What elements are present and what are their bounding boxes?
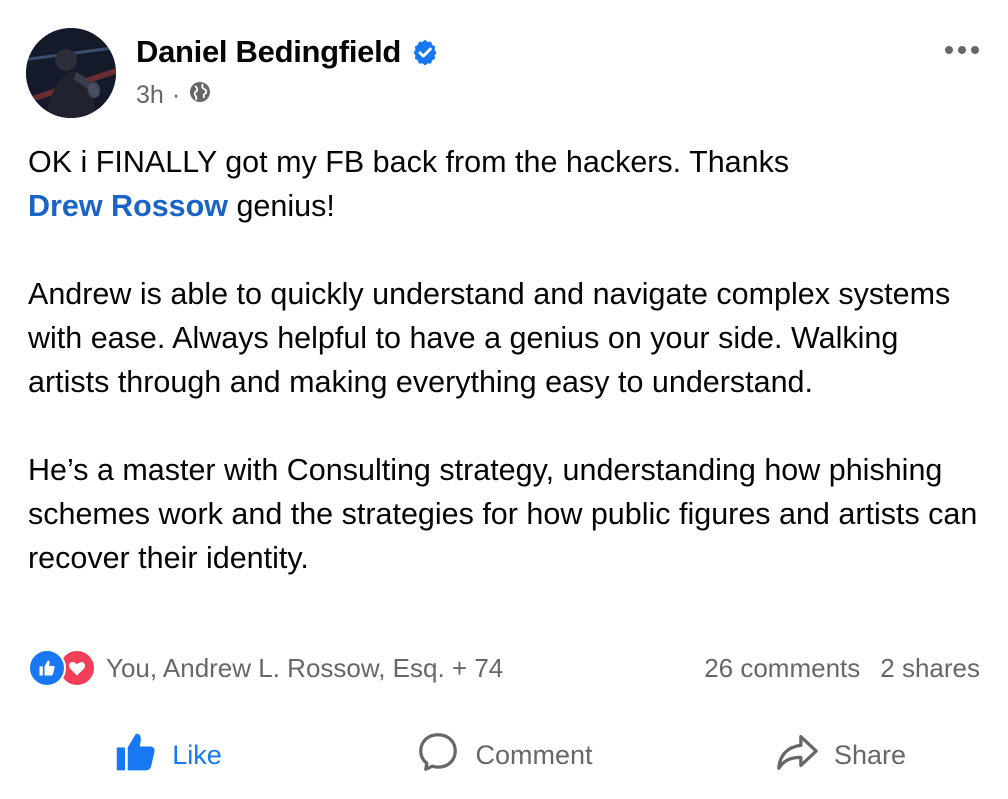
like-button[interactable]: Like <box>0 730 336 781</box>
more-options-button[interactable] <box>938 34 986 66</box>
post-timestamp[interactable]: 3h <box>136 81 164 110</box>
engagement-counts: 26 comments 2 shares <box>704 653 980 684</box>
reactions-summary-text: You, Andrew L. Rossow, Esq. + 74 <box>106 652 504 683</box>
comment-bubble-icon <box>415 729 461 782</box>
post-text-line-1: OK i FINALLY got my FB back from the hac… <box>28 145 790 179</box>
comments-count[interactable]: 26 comments <box>704 653 860 684</box>
mention-link[interactable]: Drew Rossow <box>28 189 228 223</box>
post-meta: 3h · <box>136 80 212 111</box>
comment-button[interactable]: Comment <box>336 729 672 782</box>
avatar-photo <box>26 28 116 118</box>
thumbs-up-icon <box>114 730 158 781</box>
author-name[interactable]: Daniel Bedingfield <box>136 34 401 70</box>
share-button-label: Share <box>833 739 907 770</box>
like-button-label: Like <box>172 739 222 770</box>
shares-count[interactable]: 2 shares <box>880 653 980 684</box>
post-paragraph-1: OK i FINALLY got my FB back from the hac… <box>28 140 988 228</box>
author-line: Daniel Bedingfield <box>136 32 439 72</box>
post-action-bar: Like Comment Share <box>0 720 1008 790</box>
more-dot-icon <box>958 46 966 54</box>
like-reaction-icon <box>28 649 66 687</box>
post-text-line-2: genius! <box>228 189 335 223</box>
post-header: Daniel Bedingfield 3h · <box>26 28 986 124</box>
post-paragraph-3: He’s a master with Consulting strategy, … <box>28 453 978 575</box>
meta-separator: · <box>171 81 181 109</box>
more-dot-icon <box>971 46 979 54</box>
reaction-icons <box>28 649 96 687</box>
more-dot-icon <box>945 46 953 54</box>
reactions-bar: You, Andrew L. Rossow, Esq. + 74 26 comm… <box>28 646 980 690</box>
post-body: OK i FINALLY got my FB back from the hac… <box>28 140 988 580</box>
share-button[interactable]: Share <box>672 729 1008 782</box>
share-arrow-icon <box>774 729 820 782</box>
verified-badge-icon <box>411 38 439 66</box>
reactions-summary[interactable]: You, Andrew L. Rossow, Esq. + 74 <box>28 649 503 687</box>
comment-button-label: Comment <box>475 739 593 770</box>
post-paragraph-2: Andrew is able to quickly understand and… <box>28 277 951 399</box>
globe-icon <box>188 80 212 111</box>
avatar[interactable] <box>26 28 116 118</box>
